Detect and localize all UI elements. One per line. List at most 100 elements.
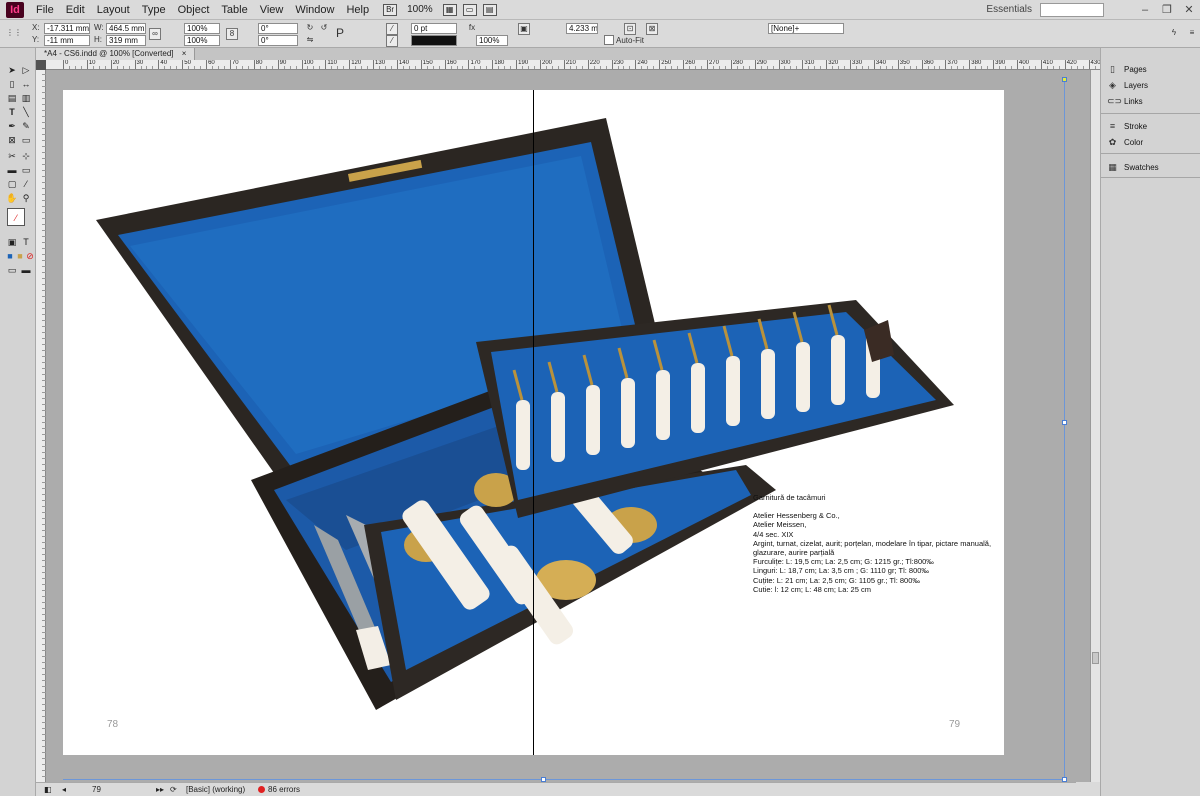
frame-fitting-icon[interactable]: ▣ bbox=[518, 23, 530, 35]
cutlery-box-photo[interactable] bbox=[46, 70, 1090, 782]
screen-mode-icon[interactable]: ▭ bbox=[462, 3, 477, 16]
rectangle-tool-icon[interactable]: ▭ bbox=[20, 134, 32, 146]
preview-mode-icon[interactable]: ▬ bbox=[20, 264, 32, 276]
constrain-proportions-icon[interactable]: ∞ bbox=[149, 28, 161, 40]
previous-page-icon[interactable]: ◂ bbox=[62, 783, 66, 796]
selection-tool-icon[interactable]: ➤ bbox=[6, 64, 18, 76]
document-tab[interactable]: *A4 - CS6.indd @ 100% [Converted] × bbox=[36, 48, 196, 60]
lightning-icon[interactable]: ϟ bbox=[1168, 28, 1180, 40]
vertical-scroll-thumb[interactable] bbox=[1092, 652, 1099, 664]
minimize-icon[interactable]: – bbox=[1134, 2, 1156, 18]
opacity-field[interactable]: 100% bbox=[476, 35, 508, 46]
ruler-minor-tick bbox=[438, 66, 440, 69]
rotation-field[interactable]: 0° bbox=[258, 23, 298, 34]
caption-text-frame[interactable]: Garnitură de tacâmuri Atelier Hessenberg… bbox=[753, 493, 1013, 594]
stroke-weight-field[interactable]: 0 pt bbox=[411, 23, 457, 34]
preflight-profile[interactable]: [Basic] (working) bbox=[186, 783, 245, 796]
menu-layout[interactable]: Layout bbox=[91, 4, 136, 16]
rectangle-frame-tool-icon[interactable]: ⊠ bbox=[6, 134, 18, 146]
help-search-input[interactable] bbox=[1040, 2, 1104, 17]
x-position-field[interactable]: -17.311 mm bbox=[44, 23, 90, 34]
type-tool-icon[interactable]: T bbox=[6, 106, 18, 118]
normal-mode-icon[interactable]: ▭ bbox=[6, 264, 18, 276]
page-number-field[interactable]: 79 bbox=[92, 783, 101, 796]
menu-view[interactable]: View bbox=[254, 4, 290, 16]
horizontal-ruler[interactable]: 0 10 20 30 40 50 60 70 80 90 100 110 120 130 140 150 160… bbox=[46, 60, 1100, 70]
gradient-swatch-tool-icon[interactable]: ▬ bbox=[6, 164, 18, 176]
object-style-select[interactable]: [None]+ bbox=[768, 23, 844, 34]
constrain-scale-icon[interactable]: 8 bbox=[226, 28, 238, 40]
y-position-field[interactable]: -11 mm bbox=[44, 35, 90, 46]
scale-y-field[interactable]: 100% bbox=[184, 35, 220, 46]
menu-table[interactable]: Table bbox=[215, 4, 253, 16]
rotate-cw-icon[interactable]: ↻ bbox=[304, 23, 316, 35]
note-tool-icon[interactable]: ▢ bbox=[6, 178, 18, 190]
vertical-scrollbar[interactable] bbox=[1090, 70, 1100, 782]
frame-handle-right[interactable] bbox=[1062, 420, 1067, 425]
pencil-tool-icon[interactable]: ✎ bbox=[20, 120, 32, 132]
zoom-tool-icon[interactable]: ⚲ bbox=[20, 192, 32, 204]
content-collector-icon[interactable]: ▤ bbox=[6, 92, 18, 104]
pasteboard[interactable]: 78 79 Garnitură de tacâmuri Atelier Hess… bbox=[46, 70, 1090, 782]
swatches-panel-tab[interactable]: ▦ Swatches bbox=[1107, 160, 1158, 174]
fit-frame-icon[interactable]: ⊠ bbox=[646, 23, 658, 35]
apply-none-icon[interactable]: ⊘ bbox=[24, 250, 36, 262]
shear-field[interactable]: 0° bbox=[258, 35, 298, 46]
free-transform-tool-icon[interactable]: ⊹ bbox=[20, 150, 32, 162]
fx-icon[interactable]: fx bbox=[466, 23, 478, 35]
menu-type[interactable]: Type bbox=[136, 4, 172, 16]
content-placer-icon[interactable]: ▥ bbox=[20, 92, 32, 104]
line-tool-icon[interactable]: ╲ bbox=[20, 106, 32, 118]
horizontal-scroll-corner[interactable] bbox=[1076, 782, 1100, 796]
close-document-icon[interactable]: × bbox=[182, 49, 187, 58]
preflight-icon[interactable]: ⟳ bbox=[170, 783, 177, 796]
close-window-icon[interactable]: ✕ bbox=[1178, 2, 1200, 18]
flip-horizontal-icon[interactable]: ⇋ bbox=[304, 35, 316, 47]
vertical-ruler[interactable] bbox=[36, 70, 46, 782]
hand-tool-icon[interactable]: ✋ bbox=[6, 192, 18, 204]
next-page-icon[interactable]: ▸▸ bbox=[156, 783, 164, 796]
arrange-documents-icon[interactable]: ▤ bbox=[482, 3, 497, 16]
frame-handle-top-right[interactable] bbox=[1062, 77, 1067, 82]
first-page-icon[interactable]: ◧ bbox=[44, 783, 52, 796]
zoom-level-select[interactable]: 100% bbox=[403, 4, 437, 15]
ruler-tick-label: 10 bbox=[86, 60, 96, 69]
autofit-checkbox[interactable] bbox=[604, 35, 614, 45]
pen-tool-icon[interactable]: ✒ bbox=[6, 120, 18, 132]
formatting-text-icon[interactable]: T bbox=[20, 236, 32, 248]
scissors-tool-icon[interactable]: ✂ bbox=[6, 150, 18, 162]
scale-x-field[interactable]: 100% bbox=[184, 23, 220, 34]
restore-icon[interactable]: ❐ bbox=[1156, 2, 1178, 18]
gradient-feather-tool-icon[interactable]: ▭ bbox=[20, 164, 32, 176]
fill-stroke-icon[interactable]: ⁄ bbox=[7, 208, 25, 226]
formatting-container-icon[interactable]: ▣ bbox=[6, 236, 18, 248]
fill-swatch-icon[interactable]: ⁄ bbox=[386, 23, 398, 35]
gap-field[interactable]: 4.233 mm bbox=[566, 23, 598, 34]
preflight-errors[interactable]: 86 errors bbox=[258, 783, 300, 796]
layers-panel-tab[interactable]: ◈ Layers bbox=[1107, 78, 1148, 92]
page-tool-icon[interactable]: ▯ bbox=[6, 78, 18, 90]
rotate-ccw-icon[interactable]: ↺ bbox=[318, 23, 330, 35]
gap-tool-icon[interactable]: ↔ bbox=[20, 78, 32, 90]
panel-menu-icon[interactable]: ≡ bbox=[1186, 28, 1198, 40]
bridge-icon[interactable]: Br bbox=[383, 3, 398, 16]
fit-content-icon[interactable]: ⊡ bbox=[624, 23, 636, 35]
height-field[interactable]: 319 mm bbox=[106, 35, 146, 46]
width-field[interactable]: 464.5 mm bbox=[106, 23, 146, 34]
stroke-swatch-icon[interactable]: ⁄ bbox=[386, 35, 398, 47]
eyedropper-tool-icon[interactable]: ⁄ bbox=[20, 178, 32, 190]
stroke-type-select[interactable] bbox=[411, 35, 457, 46]
view-options-icon[interactable]: ▦ bbox=[442, 3, 457, 16]
stroke-panel-tab[interactable]: ≡ Stroke bbox=[1107, 119, 1147, 133]
workspace-switcher[interactable]: Essentials bbox=[986, 4, 1032, 15]
menu-edit[interactable]: Edit bbox=[60, 4, 91, 16]
menu-window[interactable]: Window bbox=[289, 4, 340, 16]
menu-help[interactable]: Help bbox=[340, 4, 375, 16]
reference-point-icon[interactable]: ⋮⋮ bbox=[6, 28, 22, 40]
menu-file[interactable]: File bbox=[30, 4, 60, 16]
menu-object[interactable]: Object bbox=[172, 4, 216, 16]
direct-selection-tool-icon[interactable]: ▷ bbox=[20, 64, 32, 76]
links-panel-tab[interactable]: ⊂⊃ Links bbox=[1107, 94, 1143, 108]
pages-panel-tab[interactable]: ▯ Pages bbox=[1107, 62, 1147, 76]
color-panel-tab[interactable]: ✿ Color bbox=[1107, 135, 1143, 149]
